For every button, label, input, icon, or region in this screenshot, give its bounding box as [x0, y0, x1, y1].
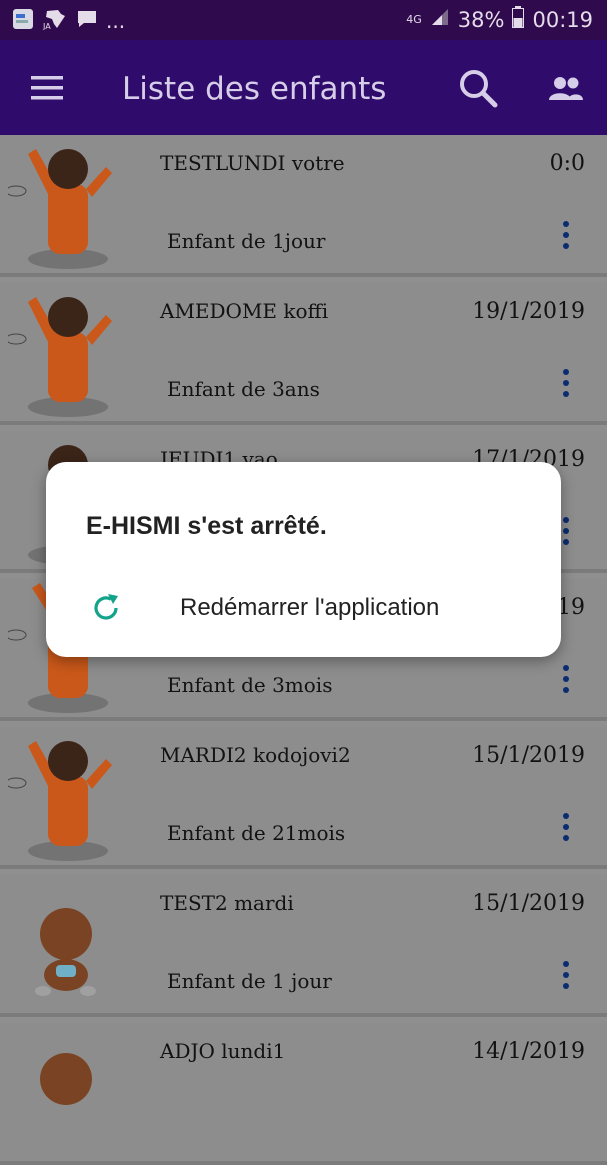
network-type: 4G: [406, 13, 422, 26]
list-item[interactable]: TESTLUNDI votre 0:0 Enfant de 1jour: [0, 135, 607, 277]
more-options-icon[interactable]: [558, 959, 574, 991]
more-options-icon[interactable]: [558, 663, 574, 695]
baby-icon: [8, 879, 118, 1009]
svg-text:JA: JA: [42, 22, 51, 30]
list-item[interactable]: AMEDOME koffi 19/1/2019 Enfant de 3ans: [0, 283, 607, 425]
child-name: TEST2 mardi: [160, 891, 294, 915]
restart-app-button[interactable]: Redémarrer l'application: [76, 580, 531, 634]
app-bar: Liste des enfants: [0, 40, 607, 135]
child-date: 0:0: [549, 151, 585, 176]
overflow-indicator: ...: [106, 9, 126, 33]
list-item[interactable]: ADJO lundi1 14/1/2019: [0, 1023, 607, 1165]
child-age: Enfant de 1 jour: [167, 969, 332, 993]
more-options-icon[interactable]: [558, 219, 574, 251]
list-item[interactable]: MARDI2 kodojovi2 15/1/2019 Enfant de 21m…: [0, 727, 607, 869]
dialog-title: E-HISMI s'est arrêté.: [86, 512, 327, 540]
child-date: 19: [557, 595, 585, 620]
menu-icon[interactable]: [31, 76, 63, 104]
gallery-icon: [12, 8, 34, 34]
cartoon-child-icon: [5, 731, 118, 861]
baby-icon: [8, 1027, 118, 1157]
child-age: Enfant de 1jour: [167, 229, 326, 253]
cartoon-child-icon: [5, 287, 118, 417]
status-bar: JA ... 4G 38% 00:19: [0, 0, 607, 40]
page-title: Liste des enfants: [122, 71, 387, 107]
child-age: Enfant de 21mois: [167, 821, 346, 845]
signal-icon: [430, 7, 450, 32]
search-icon[interactable]: [458, 68, 498, 112]
cartoon-child-icon: [5, 139, 118, 269]
group-icon[interactable]: [548, 76, 584, 106]
more-options-icon[interactable]: [558, 367, 574, 399]
child-date: 19/1/2019: [472, 299, 585, 324]
more-options-icon[interactable]: [558, 811, 574, 843]
refresh-icon: [91, 593, 121, 627]
restart-app-label: Redémarrer l'application: [180, 594, 440, 621]
clock: 00:19: [532, 7, 593, 32]
child-date: 14/1/2019: [472, 1039, 585, 1064]
battery-percent: 38%: [457, 7, 505, 32]
africa-map-icon: JA: [42, 8, 68, 34]
child-date: 15/1/2019: [472, 743, 585, 768]
child-name: MARDI2 kodojovi2: [160, 743, 351, 767]
child-age: Enfant de 3mois: [167, 673, 333, 697]
app-stopped-dialog: E-HISMI s'est arrêté. Redémarrer l'appli…: [46, 462, 561, 657]
child-name: TESTLUNDI votre: [160, 151, 345, 175]
list-item[interactable]: TEST2 mardi 15/1/2019 Enfant de 1 jour: [0, 875, 607, 1017]
message-icon: [76, 9, 98, 33]
child-name: AMEDOME koffi: [160, 299, 329, 323]
battery-icon: [512, 6, 525, 33]
child-age: Enfant de 3ans: [167, 377, 320, 401]
child-date: 15/1/2019: [472, 891, 585, 916]
child-name: ADJO lundi1: [160, 1039, 286, 1063]
